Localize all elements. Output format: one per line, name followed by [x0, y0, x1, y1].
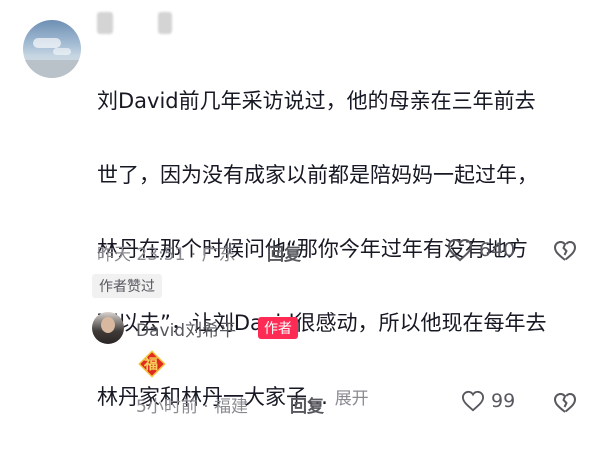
like-count: 640: [479, 239, 516, 261]
dislike-button[interactable]: [553, 240, 577, 266]
like-button[interactable]: 640: [447, 238, 515, 262]
avatar[interactable]: [23, 20, 81, 78]
heart-icon: [461, 390, 485, 412]
comment-time-location: 昨天 23:51 · 广东: [97, 245, 236, 265]
author-badge: 作者: [258, 317, 298, 339]
fu-character: 福: [144, 357, 158, 373]
reply-avatar[interactable]: [92, 312, 124, 344]
fu-sticker: 福: [137, 349, 167, 379]
reply-reply-button[interactable]: 回复: [290, 392, 324, 417]
username-redacted[interactable]: [97, 12, 113, 34]
avatar-cloud: [33, 38, 61, 48]
author-liked-badge: 作者赞过: [92, 274, 162, 298]
reply-time-location: 5小时前 · 福建: [136, 397, 249, 417]
username-redacted[interactable]: [158, 12, 172, 34]
broken-heart-icon: [554, 241, 576, 261]
reply-username[interactable]: David刘希平: [136, 316, 236, 341]
heart-icon: [447, 238, 473, 262]
avatar-cloud: [53, 48, 71, 55]
reply-button[interactable]: 回复: [267, 240, 301, 265]
comment-line: 世了，因为没有成家以前都是陪妈妈一起过年，: [97, 163, 538, 187]
broken-heart-icon: [554, 393, 576, 413]
reply-dislike-button[interactable]: [553, 392, 577, 418]
comment-line: 刘David前几年采访说过，他的母亲在三年前去: [97, 89, 536, 113]
expand-link[interactable]: 展开: [335, 389, 369, 409]
avatar-landscape: [23, 60, 81, 78]
reply-like-count: 99: [491, 390, 516, 412]
avatar-face: [101, 317, 115, 333]
reply-like-button[interactable]: 99: [461, 390, 515, 412]
